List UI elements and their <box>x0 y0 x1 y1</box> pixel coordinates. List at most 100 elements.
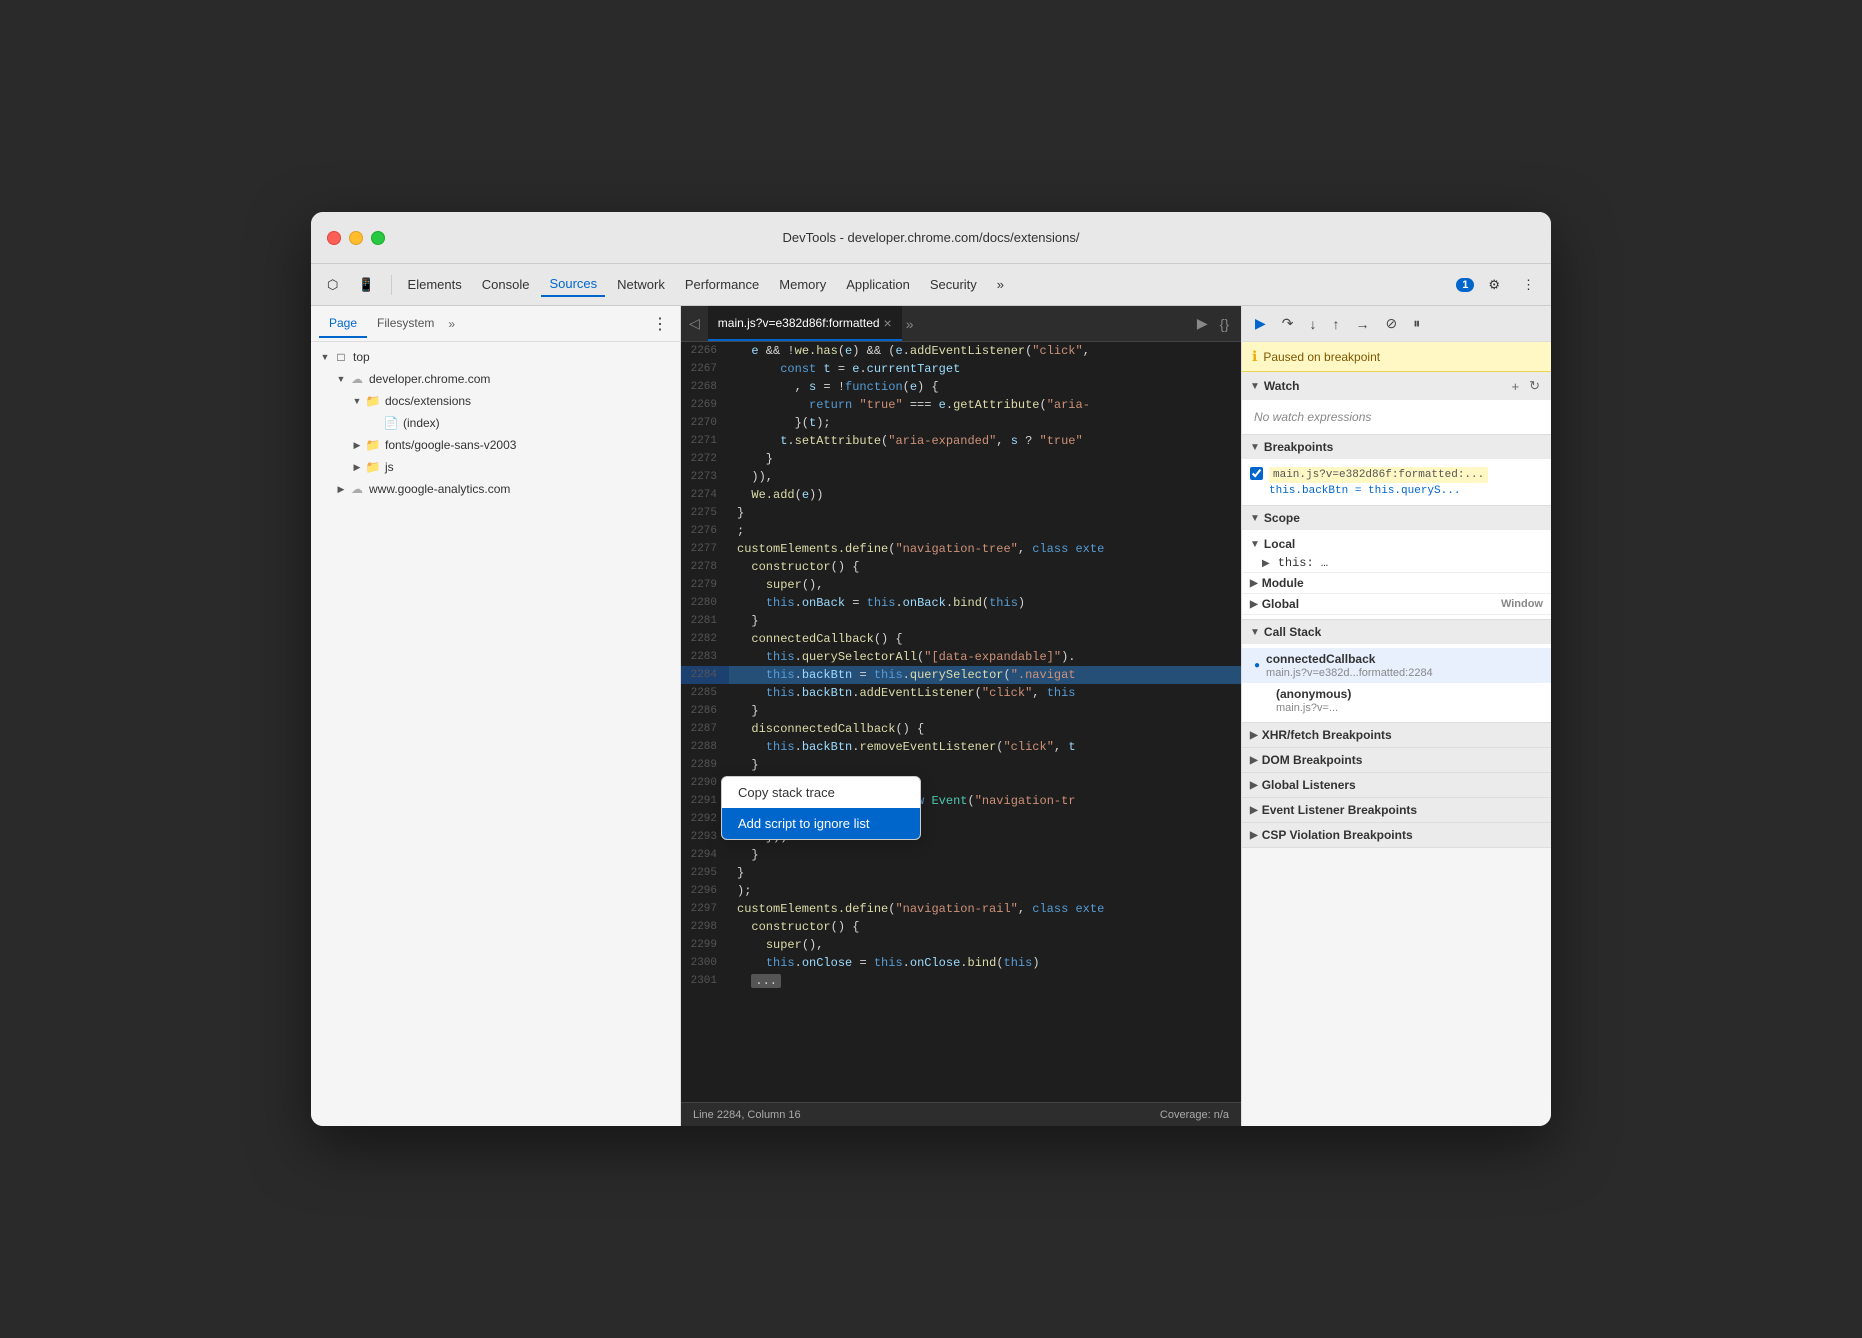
more-options-icon: ⋮ <box>1522 277 1535 293</box>
code-tab-main[interactable]: main.js?v=e382d86f:formatted × <box>708 306 902 341</box>
refresh-watch-button[interactable]: ↻ <box>1526 377 1543 395</box>
tab-elements[interactable]: Elements <box>400 273 470 296</box>
more-options-button[interactable]: ⋮ <box>1514 273 1543 297</box>
scope-global-header[interactable]: ▶ Global Window <box>1242 594 1551 614</box>
sidebar-file-tree[interactable]: ▼ □ top ▼ ☁ developer.chrome.com ▼ 📁 doc… <box>311 342 680 1126</box>
maximize-button[interactable] <box>371 231 385 245</box>
resume-button[interactable]: ▶ <box>1250 312 1271 335</box>
xhr-section-header[interactable]: ▶ XHR/fetch Breakpoints <box>1242 723 1551 747</box>
line-number-2283: 2283 <box>681 648 729 666</box>
step-over-button[interactable]: ↷ <box>1277 312 1299 335</box>
line-number-2294: 2294 <box>681 846 729 864</box>
breakpoint-item[interactable]: main.js?v=e382d86f:formatted:... this.ba… <box>1242 463 1551 501</box>
paused-banner: ℹ Paused on breakpoint <box>1242 342 1551 372</box>
breakpoint-file: main.js?v=e382d86f:formatted:... <box>1269 467 1488 483</box>
step-into-button[interactable]: ↓ <box>1305 313 1322 335</box>
tab-filesystem[interactable]: Filesystem <box>367 310 444 338</box>
line-content-2278: constructor() { <box>729 558 1241 576</box>
folder-icon-fonts: 📁 <box>365 437 381 453</box>
tree-item-chrome[interactable]: ▼ ☁ developer.chrome.com <box>311 368 680 390</box>
line-number-2272: 2272 <box>681 450 729 468</box>
more-tabs-code-button[interactable]: » <box>902 314 918 334</box>
code-editor[interactable]: 2266 e && !we.has(e) && (e.addEventListe… <box>681 342 1241 1102</box>
cloud-icon-analytics: ☁ <box>349 481 365 497</box>
tree-item-analytics[interactable]: ▶ ☁ www.google-analytics.com <box>311 478 680 500</box>
run-snippet-button[interactable]: ▶ <box>1193 313 1212 334</box>
scope-global-label: Global <box>1262 597 1299 611</box>
code-line-2271: 2271 t.setAttribute("aria-expanded", s ?… <box>681 432 1241 450</box>
cs-fn-connected: connectedCallback <box>1266 652 1433 666</box>
step-button[interactable]: → <box>1351 313 1375 335</box>
context-menu-copy-stack[interactable]: Copy stack trace <box>722 777 920 808</box>
cs-item-anonymous[interactable]: (anonymous) main.js?v=... <box>1242 683 1551 718</box>
tab-performance[interactable]: Performance <box>677 273 767 296</box>
global-listeners-section: ▶ Global Listeners <box>1242 773 1551 798</box>
toolbar-cursor-icon[interactable]: ⬡ <box>319 273 346 297</box>
tab-application[interactable]: Application <box>838 273 918 296</box>
minimize-button[interactable] <box>349 231 363 245</box>
line-content-2294: } <box>729 846 1241 864</box>
right-panel-scroll[interactable]: ▼ Watch + ↻ No watch expressions ▼ <box>1242 372 1551 1126</box>
csp-section-header[interactable]: ▶ CSP Violation Breakpoints <box>1242 823 1551 847</box>
tab-console[interactable]: Console <box>474 273 538 296</box>
tree-item-fonts[interactable]: ▶ 📁 fonts/google-sans-v2003 <box>311 434 680 456</box>
line-number-2301: 2301 <box>681 972 729 990</box>
tree-item-js[interactable]: ▶ 📁 js <box>311 456 680 478</box>
line-content-2277: customElements.define("navigation-tree",… <box>729 540 1241 558</box>
close-button[interactable] <box>327 231 341 245</box>
dom-breakpoints-header[interactable]: ▶ DOM Breakpoints <box>1242 748 1551 772</box>
tab-network[interactable]: Network <box>609 273 673 296</box>
settings-button[interactable]: ⚙ <box>1480 273 1508 297</box>
tree-item-top[interactable]: ▼ □ top <box>311 346 680 368</box>
scope-local-arrow: ▼ <box>1250 539 1260 550</box>
watch-section-header[interactable]: ▼ Watch + ↻ <box>1242 372 1551 400</box>
scope-arrow: ▼ <box>1250 513 1260 524</box>
scope-local-header[interactable]: ▼ Local <box>1242 534 1551 554</box>
deactivate-breakpoints-button[interactable]: ⊘ <box>1381 312 1403 335</box>
format-button[interactable]: {} <box>1216 313 1233 334</box>
scope-this-item[interactable]: ▶ this: … <box>1242 554 1551 572</box>
tab-memory[interactable]: Memory <box>771 273 834 296</box>
context-menu: Copy stack trace Add script to ignore li… <box>721 776 921 840</box>
global-listeners-header[interactable]: ▶ Global Listeners <box>1242 773 1551 797</box>
cs-item-connected-callback[interactable]: ● connectedCallback main.js?v=e382d...fo… <box>1242 648 1551 683</box>
breakpoints-section-header[interactable]: ▼ Breakpoints <box>1242 435 1551 459</box>
csp-section: ▶ CSP Violation Breakpoints <box>1242 823 1551 848</box>
sidebar-action-button[interactable]: ⋮ <box>648 312 672 336</box>
scope-module-arrow: ▶ <box>1250 578 1258 589</box>
tree-item-index[interactable]: 📄 (index) <box>311 412 680 434</box>
line-content-2283: this.querySelectorAll("[data-expandable]… <box>729 648 1241 666</box>
sidebar-more-button[interactable]: » <box>444 315 459 333</box>
context-menu-ignore-script[interactable]: Add script to ignore list <box>722 808 920 839</box>
cs-active-icon: ● <box>1254 660 1260 671</box>
code-line-2282: 2282 connectedCallback() { <box>681 630 1241 648</box>
line-content-2280: this.onBack = this.onBack.bind(this) <box>729 594 1241 612</box>
scope-this-label: this: … <box>1278 556 1328 570</box>
toolbar-device-icon[interactable]: 📱 <box>350 273 382 297</box>
add-watch-button[interactable]: + <box>1509 377 1523 395</box>
code-line-2266: 2266 e && !we.has(e) && (e.addEventListe… <box>681 342 1241 360</box>
tree-arrow-docs: ▼ <box>351 395 363 407</box>
step-out-button[interactable]: ↑ <box>1328 313 1345 335</box>
tab-security[interactable]: Security <box>922 273 985 296</box>
call-stack-section-header[interactable]: ▼ Call Stack <box>1242 620 1551 644</box>
cs-file-connected: main.js?v=e382d...formatted:2284 <box>1266 667 1433 679</box>
tab-page[interactable]: Page <box>319 310 367 338</box>
call-stack-arrow: ▼ <box>1250 627 1260 638</box>
code-line-2299: 2299 super(), <box>681 936 1241 954</box>
more-tabs-button[interactable]: » <box>989 273 1012 296</box>
event-listener-header[interactable]: ▶ Event Listener Breakpoints <box>1242 798 1551 822</box>
tab-sources[interactable]: Sources <box>541 272 605 297</box>
scope-local-label: Local <box>1264 537 1295 551</box>
pause-on-exceptions-button[interactable]: ⏸ <box>1408 312 1425 335</box>
scope-section-header[interactable]: ▼ Scope <box>1242 506 1551 530</box>
breakpoint-checkbox[interactable] <box>1250 467 1263 480</box>
close-tab-icon[interactable]: × <box>884 315 892 331</box>
watch-section: ▼ Watch + ↻ No watch expressions <box>1242 372 1551 435</box>
tree-item-docs[interactable]: ▼ 📁 docs/extensions <box>311 390 680 412</box>
line-number-2270: 2270 <box>681 414 729 432</box>
scope-module-header[interactable]: ▶ Module <box>1242 573 1551 593</box>
sidebar-toggle-button[interactable]: ◁ <box>685 313 704 334</box>
watch-arrow: ▼ <box>1250 381 1260 392</box>
tree-arrow-top: ▼ <box>319 351 331 363</box>
